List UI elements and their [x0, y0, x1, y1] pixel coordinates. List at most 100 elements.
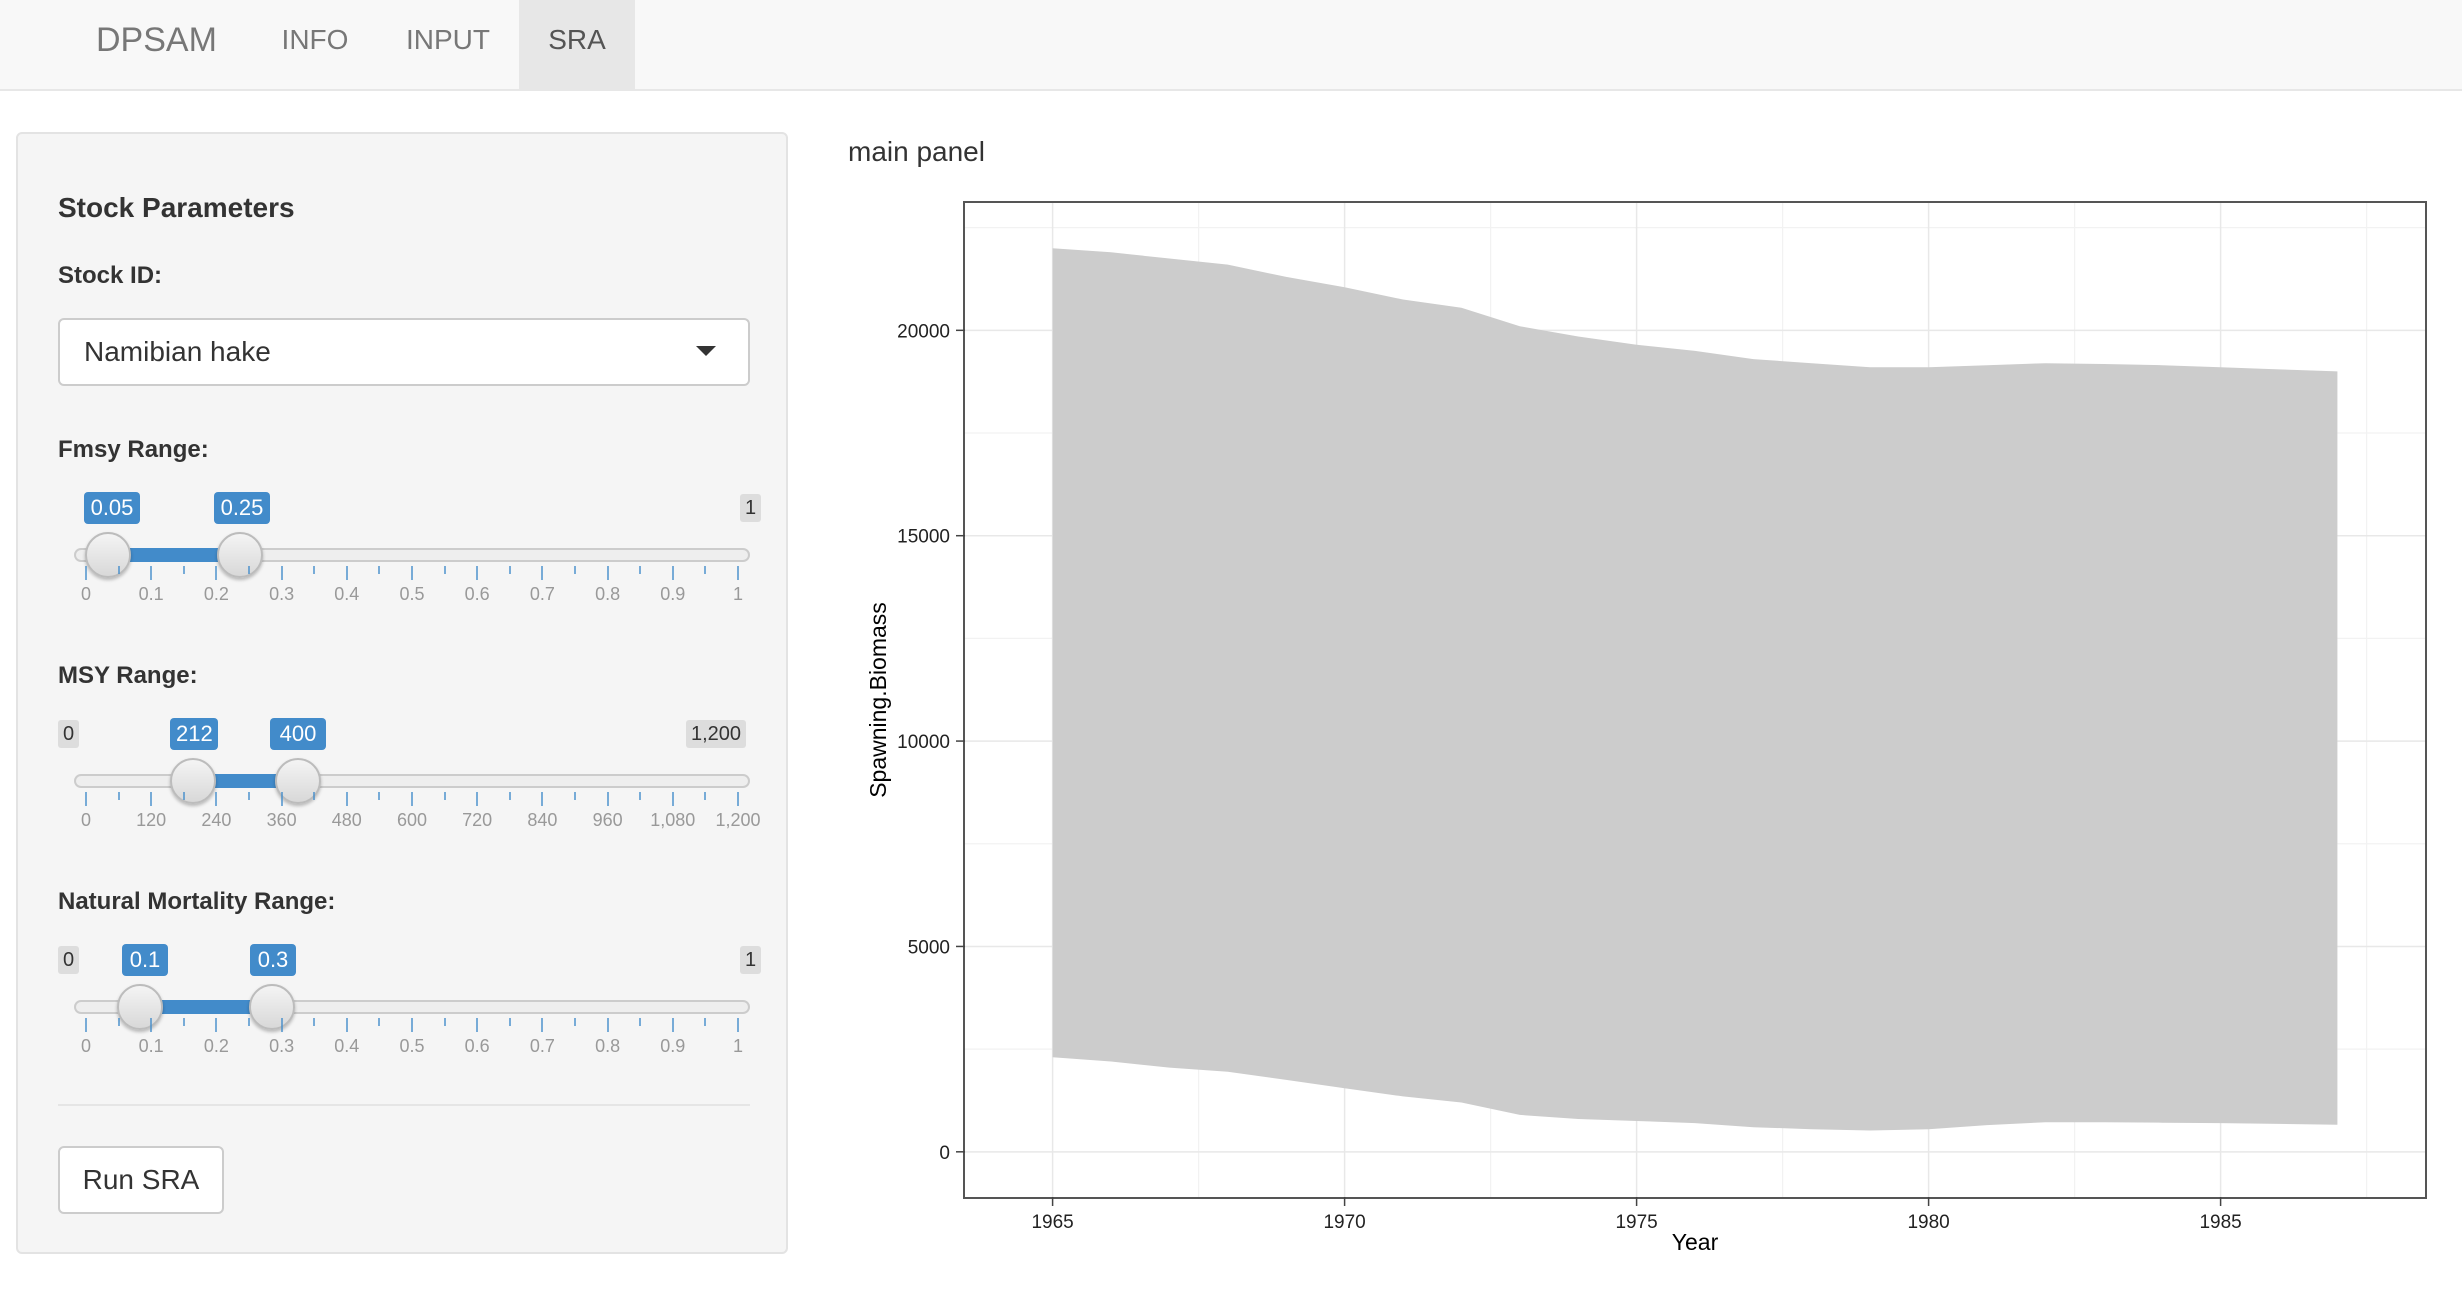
- slider-tick-label: 360: [266, 810, 297, 830]
- tab-sra[interactable]: SRA: [519, 0, 635, 89]
- slider-tick: [541, 566, 544, 580]
- slider-tick-label: 600: [396, 810, 428, 830]
- slider-tick-label: 0.5: [399, 1036, 425, 1056]
- x-tick-label: 1980: [1907, 1212, 1949, 1233]
- sidebar-divider: [58, 1104, 750, 1106]
- biomass-area-band: [1052, 248, 2338, 1131]
- msy-high-value: 400: [270, 718, 326, 750]
- slider-tick-label: 0.4: [334, 1036, 360, 1056]
- y-tick-label: 0: [939, 1143, 950, 1164]
- stock-id-select[interactable]: Namibian hake: [58, 318, 750, 386]
- slider-ticks: [74, 566, 750, 582]
- slider-tick: [704, 792, 707, 800]
- slider-tick: [737, 792, 739, 806]
- run-sra-button[interactable]: Run SRA: [58, 1146, 224, 1214]
- slider-tick: [606, 1018, 609, 1032]
- slider-tick: [508, 792, 511, 800]
- slider-tick: [313, 792, 316, 800]
- slider-tick: [215, 792, 218, 806]
- slider-tick: [280, 1018, 283, 1032]
- slider-tick: [704, 1018, 707, 1026]
- brand-title[interactable]: DPSAM: [96, 0, 217, 91]
- msy-range-label: MSY Range:: [58, 662, 198, 689]
- msy-range-slider[interactable]: 0 212 400 1,200 0 120 240 360 480 600 720 840 96…: [58, 718, 768, 830]
- spawning-biomass-chart: 0 5000 10000 15000 20000 1965 1970 1975 1980 198…: [865, 201, 2427, 1255]
- slider-tick: [476, 792, 479, 806]
- slider-tick: [150, 1018, 153, 1032]
- slider-tick: [541, 792, 544, 806]
- slider-tick: [476, 1018, 479, 1032]
- slider-tick: [671, 1018, 674, 1032]
- y-tick-label: 15000: [897, 527, 950, 548]
- slider-tick: [378, 566, 381, 574]
- slider-tick: [345, 792, 348, 806]
- mortality-max-label: 1: [740, 946, 762, 974]
- y-tick-label: 10000: [897, 732, 950, 753]
- slider-tick: [248, 1018, 250, 1026]
- slider-tick: [737, 1018, 739, 1032]
- slider-tick: [639, 792, 642, 800]
- slider-tick: [248, 792, 250, 800]
- slider-tick: [215, 1018, 218, 1032]
- slider-tick: [280, 566, 283, 580]
- slider-tick-label: 0.3: [269, 1036, 295, 1056]
- slider-tick: [313, 566, 316, 574]
- tab-info[interactable]: INFO: [266, 0, 364, 89]
- msy-low-value: 212: [170, 718, 218, 750]
- slider-tick: [150, 566, 153, 580]
- tab-input[interactable]: INPUT: [384, 0, 512, 89]
- slider-tick-label: 0.9: [660, 584, 686, 604]
- navbar: DPSAM INFO INPUT SRA: [0, 0, 2462, 91]
- slider-tick-label: 0: [80, 1036, 92, 1056]
- slider-tick: [443, 792, 446, 800]
- slider-tick: [378, 1018, 381, 1026]
- slider-tick: [117, 1018, 120, 1026]
- slider-tick: [182, 792, 185, 800]
- slider-tick-label: 840: [527, 810, 558, 830]
- x-axis-title: Year: [1672, 1229, 1719, 1255]
- msy-min-label: 0: [58, 720, 80, 748]
- mortality-high-value: 0.3: [250, 944, 296, 976]
- sidebar-panel: Stock Parameters Stock ID: Namibian hake…: [16, 132, 788, 1254]
- slider-tick-labels: 0 0.1 0.2 0.3 0.4 0.5 0.6 0.7 0.8 0.9 1: [74, 584, 750, 608]
- msy-max-label: 1,200: [686, 720, 747, 748]
- slider-tick-label: 0.1: [138, 584, 164, 604]
- slider-tick: [737, 566, 739, 580]
- slider-tick: [574, 566, 576, 574]
- slider-tick-label: 0.8: [595, 584, 621, 604]
- slider-tick: [345, 1018, 348, 1032]
- y-axis: 0 5000 10000 15000 20000: [897, 321, 965, 1164]
- slider-tick: [182, 1018, 185, 1026]
- slider-tick: [117, 566, 120, 574]
- x-tick-label: 1985: [2199, 1212, 2241, 1233]
- slider-tick: [182, 566, 185, 574]
- sidebar-title: Stock Parameters: [58, 192, 295, 223]
- mortality-min-label: 0: [58, 946, 80, 974]
- y-tick-label: 5000: [908, 937, 950, 958]
- mortality-low-value: 0.1: [122, 944, 168, 976]
- slider-tick-label: 0.6: [464, 584, 490, 604]
- mortality-range-slider[interactable]: 0 0.1 0.3 1 0 0.1 0.2 0.3 0.4 0.5 0.6 0.7 0.8 0.9…: [58, 944, 768, 1056]
- slider-tick: [671, 566, 674, 580]
- slider-tick-label: 0.7: [529, 1036, 555, 1056]
- slider-tick: [639, 566, 642, 574]
- slider-tick: [671, 792, 674, 806]
- slider-tick: [117, 792, 120, 800]
- slider-tick-label: 1,200: [715, 810, 761, 830]
- slider-tick: [280, 792, 283, 806]
- slider-tick-label: 240: [201, 810, 232, 830]
- fmsy-range-slider[interactable]: 0.05 0.25 1 0 0.1 0.2 0.3 0.4 0.5 0.6 0.7 0.8 0.9…: [58, 492, 768, 604]
- slider-tick: [606, 566, 609, 580]
- chevron-down-icon: [696, 346, 716, 356]
- slider-tick: [541, 1018, 544, 1032]
- slider-tick-label: 1: [732, 1036, 744, 1056]
- y-tick-label: 20000: [897, 321, 950, 342]
- slider-ticks: [74, 1018, 750, 1034]
- slider-tick-label: 1,080: [650, 810, 696, 830]
- slider-tick: [704, 566, 707, 574]
- slider-tick-label: 0.3: [269, 584, 295, 604]
- stock-id-label: Stock ID:: [58, 262, 163, 289]
- slider-tick-label: 1: [732, 584, 744, 604]
- slider-tick: [345, 566, 348, 580]
- slider-tick: [85, 792, 87, 806]
